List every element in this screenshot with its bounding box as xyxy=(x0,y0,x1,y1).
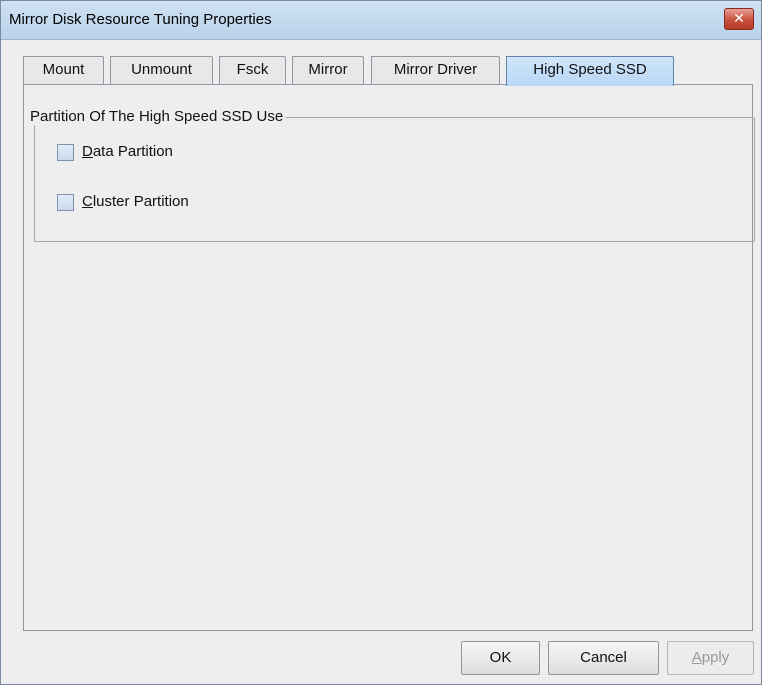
tab-unmount-label: Unmount xyxy=(131,61,192,78)
title-bar[interactable]: Mirror Disk Resource Tuning Properties ✕ xyxy=(1,1,761,40)
data-partition-label-text: ata Partition xyxy=(92,143,173,160)
data-partition-label[interactable]: Data Partition xyxy=(82,143,173,160)
tab-mirror[interactable]: Mirror xyxy=(292,56,364,84)
cluster-partition-label-text: luster Partition xyxy=(92,193,189,210)
cluster-partition-label[interactable]: Cluster Partition xyxy=(82,193,189,210)
close-icon: ✕ xyxy=(733,10,745,26)
tab-unmount[interactable]: Unmount xyxy=(110,56,213,84)
tab-mirror-driver[interactable]: Mirror Driver xyxy=(371,56,500,84)
tab-mirror-driver-label: Mirror Driver xyxy=(393,61,478,78)
cancel-button-label: Cancel xyxy=(580,649,627,666)
cluster-partition-mnemonic: C xyxy=(82,193,93,210)
tab-mount[interactable]: Mount xyxy=(23,56,104,84)
partition-group-title: Partition Of The High Speed SSD Use xyxy=(27,108,287,125)
tab-strip: Mount Unmount Fsck Mirror Mirror Driver … xyxy=(23,56,753,86)
ok-button-label: OK xyxy=(489,649,512,666)
tab-content-panel xyxy=(23,84,755,631)
data-partition-mnemonic: D xyxy=(82,143,93,160)
tab-high-speed-ssd[interactable]: High Speed SSD xyxy=(506,56,674,86)
data-partition-checkbox[interactable] xyxy=(57,144,74,161)
tab-fsck[interactable]: Fsck xyxy=(219,56,286,84)
tab-fsck-label: Fsck xyxy=(236,61,269,78)
close-button[interactable]: ✕ xyxy=(724,8,754,30)
apply-button[interactable]: Apply xyxy=(667,641,754,675)
dialog-window: Mirror Disk Resource Tuning Properties ✕… xyxy=(0,0,762,685)
apply-mnemonic: A xyxy=(691,649,702,666)
ok-button[interactable]: OK xyxy=(461,641,540,675)
window-title: Mirror Disk Resource Tuning Properties xyxy=(9,11,272,28)
apply-button-label: pply xyxy=(701,649,730,666)
tab-mirror-label: Mirror xyxy=(308,61,348,78)
cancel-button[interactable]: Cancel xyxy=(548,641,659,675)
tab-mount-label: Mount xyxy=(42,61,85,78)
cluster-partition-checkbox[interactable] xyxy=(57,194,74,211)
tab-high-speed-ssd-label: High Speed SSD xyxy=(533,61,647,78)
partition-group-box xyxy=(34,117,755,242)
